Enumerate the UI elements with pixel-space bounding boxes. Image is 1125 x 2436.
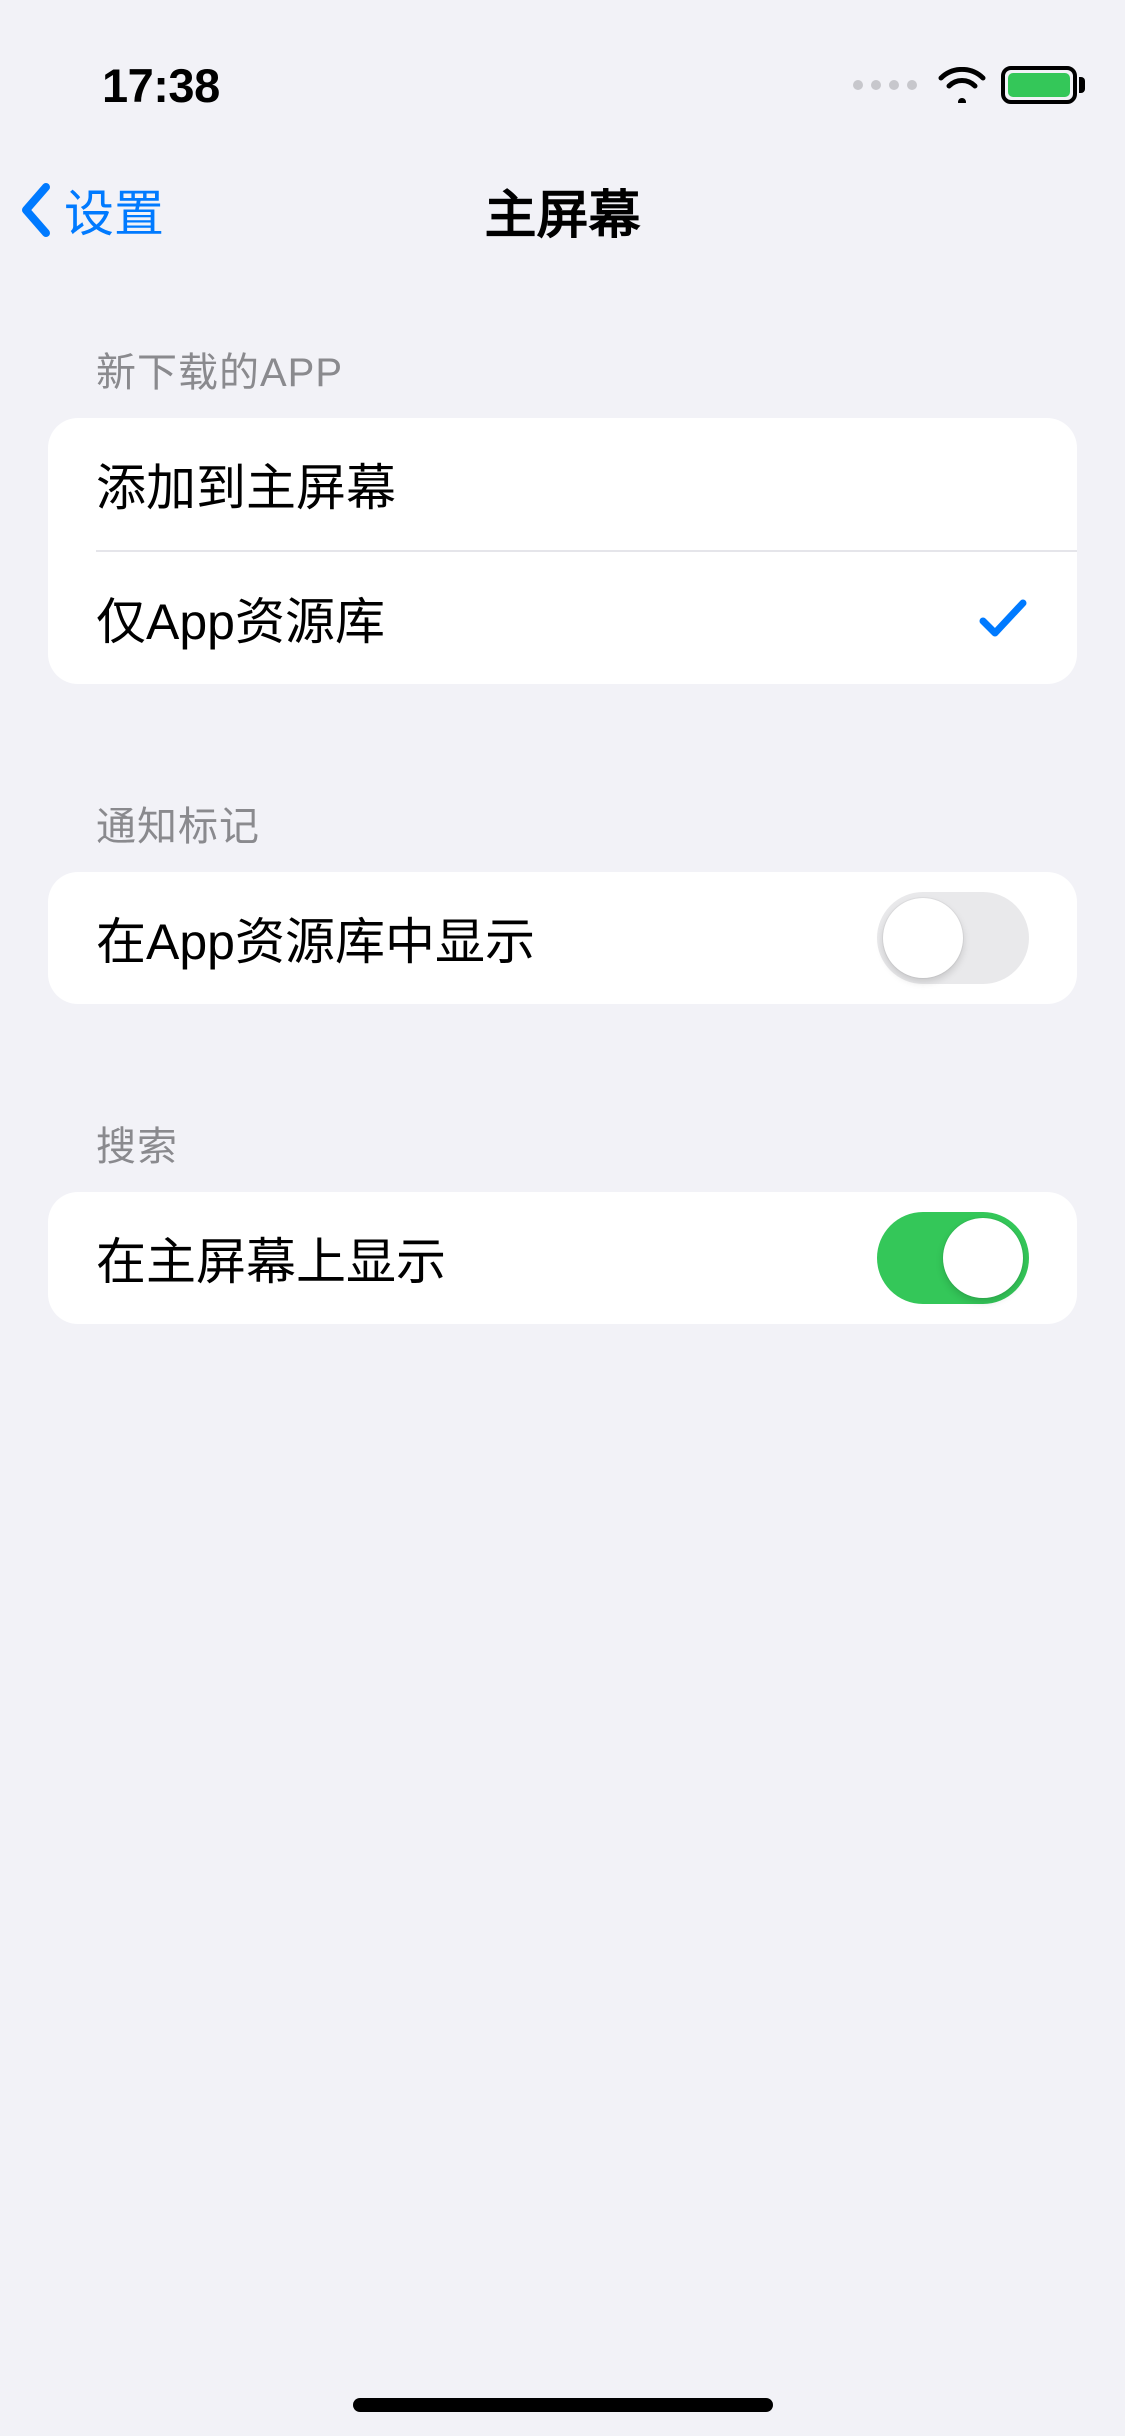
row-label: 在主屏幕上显示	[96, 1222, 446, 1294]
group-notification-badges: 在App资源库中显示	[48, 872, 1077, 1004]
wifi-icon	[937, 67, 987, 103]
home-indicator[interactable]	[353, 2398, 773, 2412]
group-search: 在主屏幕上显示	[48, 1192, 1077, 1324]
option-app-library-only[interactable]: 仅App资源库	[48, 552, 1077, 684]
group-header-search: 搜索	[48, 1114, 1077, 1192]
checkmark-icon	[977, 595, 1029, 641]
group-new-downloads: 添加到主屏幕 仅App资源库	[48, 418, 1077, 684]
page-title: 主屏幕	[484, 173, 640, 248]
option-label: 添加到主屏幕	[96, 448, 396, 520]
toggle-knob	[943, 1218, 1023, 1298]
row-label: 在App资源库中显示	[96, 902, 535, 974]
group-header-notification-badges: 通知标记	[48, 794, 1077, 872]
back-button[interactable]: 设置	[18, 174, 164, 246]
group-header-new-downloads: 新下载的APP	[48, 340, 1077, 418]
row-show-in-app-library: 在App资源库中显示	[48, 872, 1077, 1004]
toggle-show-in-app-library[interactable]	[877, 892, 1029, 984]
chevron-left-icon	[18, 181, 54, 239]
toggle-knob	[883, 898, 963, 978]
signal-dots-icon	[853, 80, 917, 90]
battery-icon	[1001, 66, 1085, 104]
nav-bar: 设置 主屏幕	[0, 160, 1125, 260]
status-time: 17:38	[102, 58, 220, 113]
row-show-on-home: 在主屏幕上显示	[48, 1192, 1077, 1324]
status-indicators	[853, 66, 1085, 104]
toggle-show-on-home[interactable]	[877, 1212, 1029, 1304]
back-label: 设置	[64, 174, 164, 246]
status-bar: 17:38	[0, 40, 1125, 130]
option-add-to-home[interactable]: 添加到主屏幕	[48, 418, 1077, 550]
option-label: 仅App资源库	[96, 582, 385, 654]
